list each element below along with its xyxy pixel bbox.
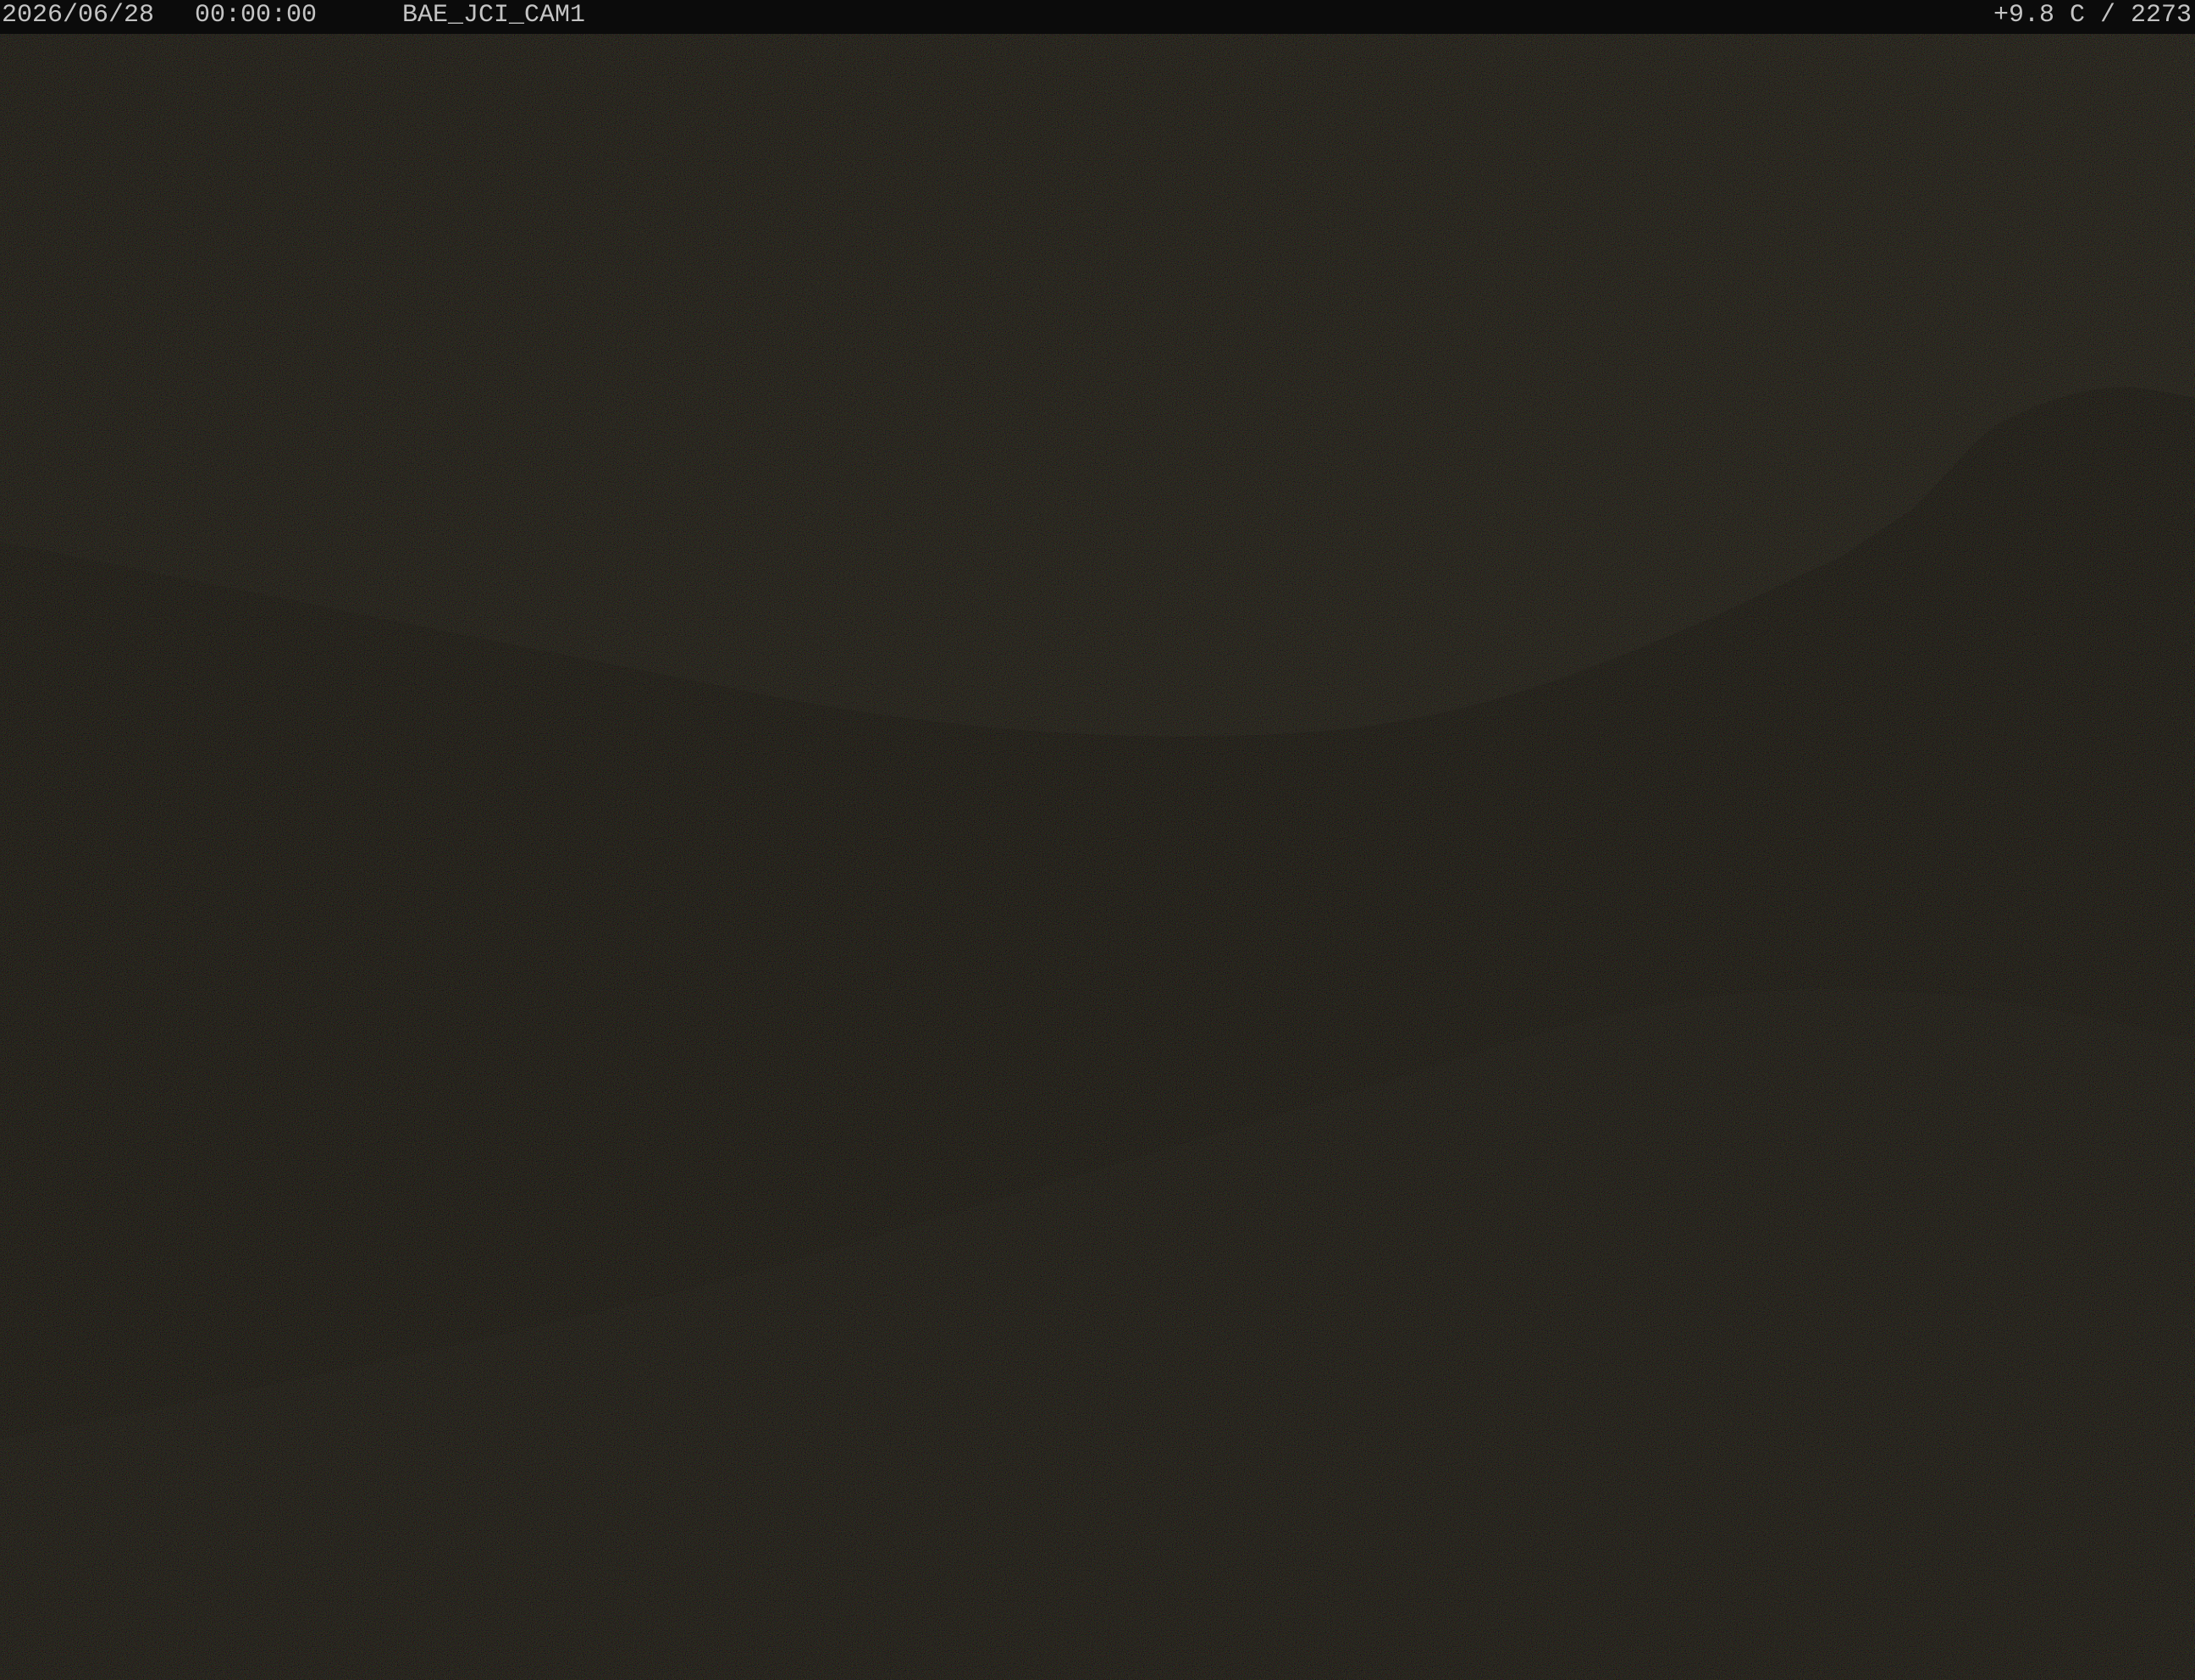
night-landscape-image [0, 0, 2195, 1680]
osd-temperature-readout: +9.8 C / 2273 [1993, 1, 2192, 30]
osd-bar: 2026/06/28 00:00:00 BAE_JCI_CAM1 +9.8 C … [0, 0, 2195, 34]
sensor-noise [0, 0, 2195, 1680]
osd-time: 00:00:00 [195, 1, 318, 30]
osd-camera-name: BAE_JCI_CAM1 [402, 1, 586, 30]
osd-date: 2026/06/28 [2, 1, 155, 30]
webcam-frame: 2026/06/28 00:00:00 BAE_JCI_CAM1 +9.8 C … [0, 0, 2195, 1680]
